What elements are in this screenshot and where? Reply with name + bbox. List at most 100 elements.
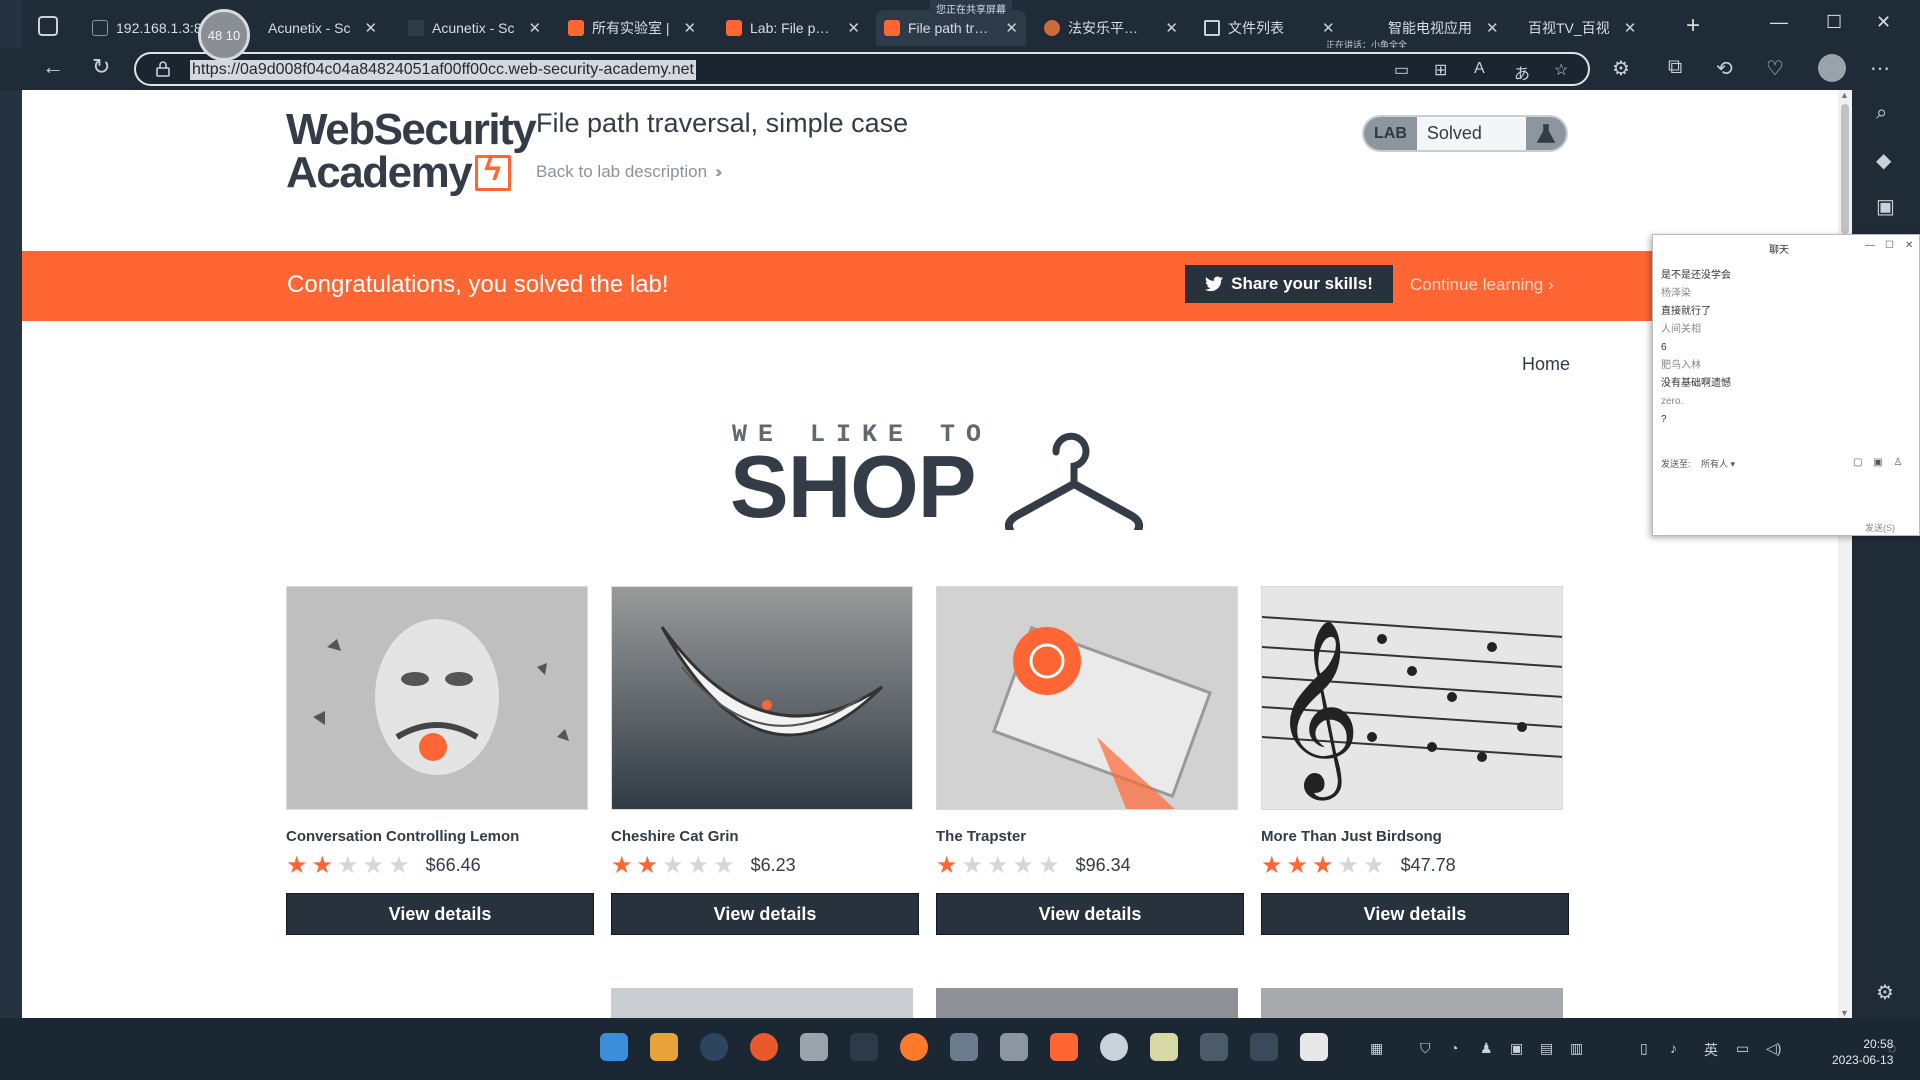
phpstorm-icon[interactable] xyxy=(1250,1033,1278,1061)
view-details-button[interactable]: View details xyxy=(936,893,1244,935)
close-tab-icon[interactable]: ✕ xyxy=(364,19,377,37)
view-details-button[interactable]: View details xyxy=(1261,893,1569,935)
app-icon[interactable] xyxy=(950,1033,978,1061)
image-icon[interactable]: ▣ xyxy=(1873,457,1882,468)
taskbar-clock[interactable]: 20:58 2023-06-13 xyxy=(1832,1036,1893,1068)
tray-icon[interactable]: ▦ xyxy=(1370,1040,1383,1057)
maximize-icon[interactable]: ☐ xyxy=(1826,12,1842,33)
close-tab-icon[interactable]: ✕ xyxy=(684,19,697,37)
browser-tab[interactable]: 法安乐平生称 ✕ xyxy=(1036,10,1186,46)
app-icon[interactable] xyxy=(1150,1033,1178,1061)
back-arrow-icon[interactable]: ← xyxy=(42,54,64,80)
battery-icon[interactable]: ▯ xyxy=(1640,1040,1648,1057)
briefcase-icon[interactable]: ▣ xyxy=(1876,194,1895,219)
app-icon[interactable] xyxy=(1100,1033,1128,1061)
app-icon[interactable] xyxy=(1200,1033,1228,1061)
microphone-icon[interactable]: ♪ xyxy=(1670,1040,1677,1056)
tag-icon[interactable]: ◆ xyxy=(1876,148,1891,173)
firefox-icon[interactable] xyxy=(900,1033,928,1061)
chat-send-button[interactable]: 发送(S) xyxy=(1865,521,1895,534)
new-tab-button[interactable]: + xyxy=(1686,12,1700,40)
product-image[interactable]: 𝄞 xyxy=(1261,586,1563,810)
browser-tab[interactable]: Acunetix - Sc ✕ xyxy=(400,10,550,46)
close-tab-icon[interactable]: ✕ xyxy=(1624,19,1637,37)
input-method-indicator[interactable]: 英 xyxy=(1704,1040,1718,1060)
profile-avatar[interactable] xyxy=(1818,54,1846,82)
settings-gear-icon[interactable]: ⚙ xyxy=(1876,980,1894,1005)
product-image-partial[interactable] xyxy=(936,988,1238,1018)
home-nav-link[interactable]: Home xyxy=(1522,354,1570,375)
chat-send-to[interactable]: 发送至: 所有人 ▾ xyxy=(1661,457,1735,470)
refresh-icon[interactable]: ↻ xyxy=(92,54,110,80)
close-tab-icon[interactable]: ✕ xyxy=(847,19,860,37)
browser-tab[interactable]: 192.168.1.3:8 xyxy=(84,10,214,46)
address-bar[interactable]: https://0a9d008f04c04a84824051af00ff00cc… xyxy=(134,52,1590,86)
close-tab-icon[interactable]: ✕ xyxy=(1486,19,1499,37)
shield-icon[interactable]: ⛉ xyxy=(1420,1040,1431,1057)
browser-tab[interactable]: Acunetix - Sc ✕ xyxy=(260,10,390,46)
file-icon[interactable]: ▢ xyxy=(1853,457,1862,468)
product-image-partial[interactable] xyxy=(1261,988,1563,1018)
close-window-icon[interactable]: ✕ xyxy=(1876,12,1891,33)
page-scrollbar[interactable]: ▲ ▼ xyxy=(1838,90,1852,1018)
browser-tab[interactable]: 文件列表 ✕ xyxy=(1196,10,1346,46)
chat-maximize-icon[interactable]: ☐ xyxy=(1885,240,1894,251)
burp-suite-icon[interactable] xyxy=(1050,1033,1078,1061)
chat-tools[interactable]: ▢ ▣ ♙ xyxy=(1853,457,1902,468)
chat-close-icon[interactable]: ✕ xyxy=(1905,240,1913,251)
view-details-button[interactable]: View details xyxy=(611,893,919,935)
continue-learning-link[interactable]: Continue learning › xyxy=(1410,275,1554,295)
search-icon[interactable]: ⌕ xyxy=(1876,102,1887,125)
notifications-icon[interactable]: ◌ xyxy=(1888,1040,1896,1056)
tray-icon[interactable]: ▥ xyxy=(1570,1040,1583,1057)
apps-icon[interactable]: ⊞ xyxy=(1434,60,1452,79)
favorite-star-icon[interactable]: ☆ xyxy=(1554,60,1572,79)
history-icon[interactable]: ⟲ xyxy=(1716,56,1733,81)
close-tab-icon[interactable]: ✕ xyxy=(1322,19,1335,37)
url-text[interactable]: https://0a9d008f04c04a84824051af00ff00cc… xyxy=(190,60,696,80)
web-security-academy-logo[interactable]: WebSecurity Academy xyxy=(286,107,537,194)
product-image[interactable] xyxy=(611,586,913,810)
more-menu-icon[interactable]: ⋯ xyxy=(1870,56,1890,81)
start-windows-icon[interactable] xyxy=(600,1033,628,1061)
scroll-up-icon[interactable]: ▲ xyxy=(1840,90,1849,100)
tray-icon[interactable]: ♟ xyxy=(1480,1040,1493,1057)
scroll-down-icon[interactable]: ▼ xyxy=(1840,1008,1849,1018)
scrollbar-thumb[interactable] xyxy=(1841,104,1849,234)
edge-browser-icon[interactable] xyxy=(700,1033,728,1061)
back-to-lab-description-link[interactable]: Back to lab description ›› xyxy=(536,162,723,182)
browser-tab[interactable]: 所有实验室 | ✕ xyxy=(560,10,710,46)
file-explorer-icon[interactable] xyxy=(650,1033,678,1061)
product-image-partial[interactable] xyxy=(611,988,913,1018)
extensions-icon[interactable]: ⚙ xyxy=(1612,56,1630,81)
user-icon[interactable]: ♙ xyxy=(1893,457,1902,468)
tray-icon[interactable]: ▣ xyxy=(1510,1040,1523,1057)
app-icon[interactable] xyxy=(1300,1033,1328,1061)
close-tab-icon[interactable]: ✕ xyxy=(528,19,541,37)
collections-icon[interactable]: ⧉ xyxy=(1668,56,1682,79)
tray-icon[interactable]: ▤ xyxy=(1540,1040,1553,1057)
tray-icon[interactable]: ◔ xyxy=(1450,1040,1458,1056)
app-icon[interactable] xyxy=(850,1033,878,1061)
translate-icon[interactable]: あ xyxy=(1514,60,1532,83)
read-aloud-icon[interactable]: A xyxy=(1474,60,1492,78)
close-tab-icon[interactable]: ✕ xyxy=(1005,19,1018,37)
network-icon[interactable]: ▭ xyxy=(1736,1040,1749,1057)
chrome-icon[interactable] xyxy=(750,1033,778,1061)
volume-icon[interactable]: ◁) xyxy=(1766,1040,1781,1057)
view-details-button[interactable]: View details xyxy=(286,893,594,935)
product-image[interactable] xyxy=(286,586,588,810)
product-rating: ★ ★ ★ ★ ★ $96.34 xyxy=(936,851,1240,879)
browser-tab[interactable]: Lab: File path ✕ xyxy=(718,10,868,46)
tab-actions-icon[interactable] xyxy=(38,16,58,36)
share-skills-button[interactable]: Share your skills! xyxy=(1185,265,1393,303)
minimize-icon[interactable]: — xyxy=(1770,12,1788,33)
chat-minimize-icon[interactable]: — xyxy=(1865,240,1875,251)
notepad-icon[interactable] xyxy=(800,1033,828,1061)
app-icon[interactable] xyxy=(1000,1033,1028,1061)
close-tab-icon[interactable]: ✕ xyxy=(1165,19,1178,37)
reading-view-icon[interactable]: ▭ xyxy=(1394,60,1412,79)
product-image[interactable] xyxy=(936,586,1238,810)
browser-tab[interactable]: 百视TV_百视 ✕ xyxy=(1520,10,1670,46)
performance-icon[interactable]: ♡ xyxy=(1766,56,1784,81)
